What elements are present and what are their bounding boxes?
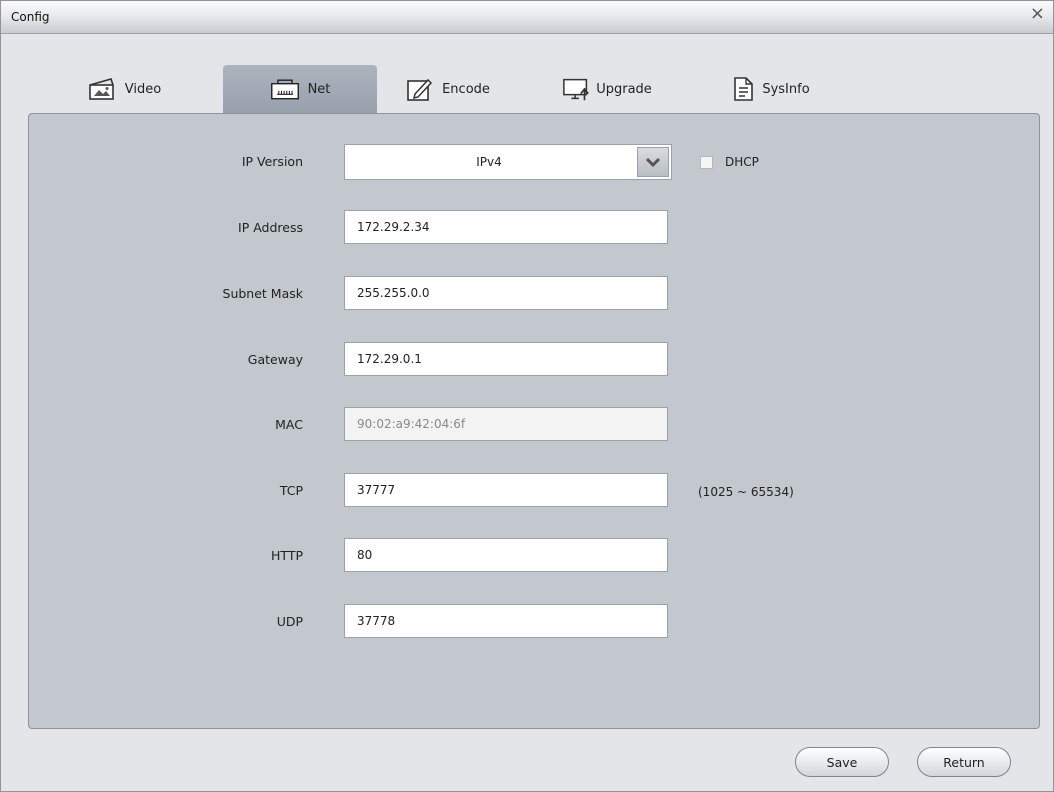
ip-version-label: IP Version	[241, 154, 303, 169]
ip-address-label: IP Address	[238, 220, 303, 235]
image-icon	[87, 76, 117, 102]
checkbox-icon[interactable]	[700, 155, 713, 169]
ip-version-value: IPv4	[476, 155, 502, 169]
tcp-row: TCP 37777 (1025 ~ 65534)	[29, 473, 1039, 511]
document-icon	[728, 76, 758, 102]
tab-bar: Video Net Encode Upgrade SysInfo	[1, 65, 1053, 113]
gateway-label: Gateway	[247, 352, 303, 367]
network-port-icon	[270, 76, 300, 102]
save-button[interactable]: Save	[795, 747, 889, 777]
http-row: HTTP 80	[29, 538, 1039, 576]
mac-row: MAC 90:02:a9:42:04:6f	[29, 407, 1039, 445]
tab-video-label: Video	[124, 81, 162, 97]
ip-version-select[interactable]: IPv4	[344, 144, 672, 180]
ip-address-row: IP Address 172.29.2.34	[29, 210, 1039, 248]
close-icon[interactable]: ×	[1030, 3, 1045, 25]
udp-port-field[interactable]: 37778	[344, 604, 668, 638]
http-label: HTTP	[271, 548, 303, 563]
tab-sysinfo[interactable]: SysInfo	[721, 65, 817, 113]
tab-net-label: Net	[307, 81, 331, 97]
mac-label: MAC	[275, 417, 303, 432]
tab-sysinfo-label: SysInfo	[762, 81, 810, 97]
tcp-range-hint: (1025 ~ 65534)	[698, 485, 794, 499]
udp-row: UDP 37778	[29, 604, 1039, 642]
dhcp-label: DHCP	[725, 155, 759, 169]
ip-address-field[interactable]: 172.29.2.34	[344, 210, 668, 244]
mac-field: 90:02:a9:42:04:6f	[344, 407, 668, 441]
tab-encode-label: Encode	[442, 81, 490, 97]
tcp-port-field[interactable]: 37777	[344, 473, 668, 507]
ip-version-row: IP Version IPv4 DHCP	[29, 144, 1039, 182]
tab-encode[interactable]: Encode	[397, 65, 497, 113]
monitor-upgrade-icon	[562, 76, 592, 102]
tab-upgrade[interactable]: Upgrade	[549, 65, 665, 113]
gateway-row: Gateway 172.29.0.1	[29, 342, 1039, 380]
udp-label: UDP	[276, 614, 303, 629]
dhcp-checkbox[interactable]: DHCP	[700, 155, 759, 169]
gateway-field[interactable]: 172.29.0.1	[344, 342, 668, 376]
subnet-mask-row: Subnet Mask 255.255.0.0	[29, 276, 1039, 314]
net-settings-panel: IP Version IPv4 DHCP IP Address 172.29.2…	[28, 113, 1040, 729]
tab-upgrade-label: Upgrade	[596, 81, 652, 97]
subnet-mask-field[interactable]: 255.255.0.0	[344, 276, 668, 310]
chevron-down-icon[interactable]	[637, 147, 669, 177]
tcp-label: TCP	[279, 483, 303, 498]
tab-video[interactable]: Video	[69, 65, 179, 113]
tab-net[interactable]: Net	[223, 65, 377, 113]
config-window: Config × Video Net Encode Upgrade SysInf…	[0, 0, 1054, 792]
edit-icon	[404, 76, 434, 102]
title-bar[interactable]: Config ×	[1, 1, 1053, 34]
subnet-mask-label: Subnet Mask	[222, 286, 303, 301]
return-button[interactable]: Return	[917, 747, 1011, 777]
http-port-field[interactable]: 80	[344, 538, 668, 572]
window-title: Config	[11, 10, 50, 24]
